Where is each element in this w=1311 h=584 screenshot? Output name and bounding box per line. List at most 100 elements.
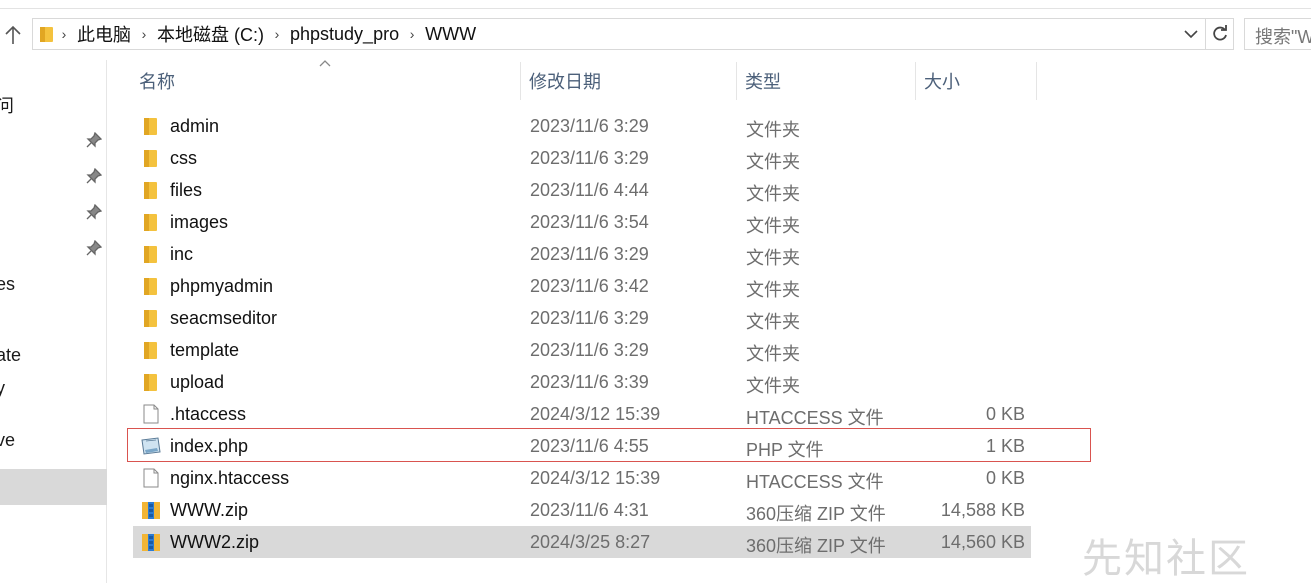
file-name: admin: [170, 116, 220, 136]
file-row[interactable]: index.php 2023/11/6 4:55 PHP 文件 1 KB: [133, 430, 1031, 462]
file-row[interactable]: WWW.zip 2023/11/6 4:31 360压缩 ZIP 文件 14,588 …: [133, 494, 1031, 526]
file-type: PHP 文件: [746, 440, 824, 460]
window-top-edge: [0, 0, 1311, 9]
file-name: css: [170, 148, 197, 168]
file-row[interactable]: css 2023/11/6 3:29 文件夹: [133, 142, 1031, 174]
file-name: WWW2.zip: [170, 532, 259, 552]
file-type: 文件夹: [746, 376, 800, 396]
breadcrumb-this-pc[interactable]: 此电脑: [73, 21, 135, 47]
file-type: HTACCESS 文件: [746, 472, 884, 492]
nav-item-label[interactable]: ve: [0, 430, 15, 451]
file-row[interactable]: .htaccess 2024/3/12 15:39 HTACCESS 文件 0 KB: [133, 398, 1031, 430]
file-row[interactable]: files 2023/11/6 4:44 文件夹: [133, 174, 1031, 206]
file-type: 文件夹: [746, 248, 800, 268]
file-name: index.php: [170, 436, 249, 456]
file-type: 360压缩 ZIP 文件: [746, 504, 886, 524]
file-name: upload: [170, 372, 225, 392]
file-type: 文件夹: [746, 216, 800, 236]
chevron-right-icon[interactable]: ›: [403, 26, 421, 42]
file-modified-date: 2023/11/6 3:29: [530, 340, 649, 360]
file-type: 文件夹: [746, 120, 800, 140]
file-type: HTACCESS 文件: [746, 408, 884, 428]
file-row[interactable]: phpmyadmin 2023/11/6 3:42 文件夹: [133, 270, 1031, 302]
file-name: inc: [170, 244, 194, 264]
folder-icon: [40, 27, 53, 42]
file-modified-date: 2024/3/12 15:39: [530, 404, 661, 424]
file-row[interactable]: template 2023/11/6 3:29 文件夹: [133, 334, 1031, 366]
file-name: files: [170, 180, 203, 200]
column-header-date[interactable]: 修改日期: [521, 60, 736, 102]
pin-icon: [86, 168, 102, 184]
chevron-right-icon[interactable]: ›: [55, 26, 73, 42]
folder-icon: [141, 308, 161, 328]
file-row[interactable]: nginx.htaccess 2024/3/12 15:39 HTACCESS 文件…: [133, 462, 1031, 494]
pin-icon: [86, 240, 102, 256]
file-size: 1 KB: [985, 436, 1025, 456]
file-name: images: [170, 212, 229, 232]
nav-item-label[interactable]: y: [0, 378, 5, 399]
file-modified-date: 2023/11/6 3:39: [530, 372, 649, 392]
php-file-icon: [141, 436, 161, 456]
file-icon: [141, 404, 161, 424]
up-button[interactable]: [0, 20, 26, 50]
file-name: template: [170, 340, 240, 360]
file-row[interactable]: WWW2.zip 2024/3/25 8:27 360压缩 ZIP 文件 14,560…: [133, 526, 1031, 558]
watermark-text: 先知社区: [1082, 537, 1250, 581]
column-header-type[interactable]: 类型: [737, 60, 915, 102]
file-type: 文件夹: [746, 280, 800, 300]
folder-icon: [141, 340, 161, 360]
file-modified-date: 2023/11/6 3:54: [530, 212, 649, 232]
file-type: 文件夹: [746, 152, 800, 172]
file-name: phpmyadmin: [170, 276, 274, 296]
search-input[interactable]: 搜索"WWW": [1244, 18, 1311, 50]
folder-icon: [141, 212, 161, 232]
zip-archive-icon: [141, 500, 161, 520]
file-name: .htaccess: [170, 404, 247, 424]
refresh-button[interactable]: [1206, 18, 1234, 50]
file-row[interactable]: admin 2023/11/6 3:29 文件夹: [133, 110, 1031, 142]
zip-archive-icon: [141, 532, 161, 552]
folder-icon: [141, 276, 161, 296]
file-row[interactable]: seacmseditor 2023/11/6 3:29 文件夹: [133, 302, 1031, 334]
file-size: 0 KB: [985, 404, 1025, 424]
file-modified-date: 2023/11/6 3:29: [530, 148, 649, 168]
folder-icon: [141, 148, 161, 168]
chevron-right-icon[interactable]: ›: [268, 26, 286, 42]
folder-icon: [141, 372, 161, 392]
file-modified-date: 2023/11/6 4:55: [530, 436, 649, 456]
folder-icon: [141, 180, 161, 200]
folder-icon: [141, 244, 161, 264]
file-size: 0 KB: [985, 468, 1025, 488]
file-row[interactable]: images 2023/11/6 3:54 文件夹: [133, 206, 1031, 238]
column-header-name[interactable]: 名称: [131, 60, 521, 102]
column-divider[interactable]: [1036, 62, 1037, 100]
file-modified-date: 2023/11/6 3:29: [530, 308, 649, 328]
breadcrumb-www[interactable]: WWW: [421, 24, 480, 45]
folder-icon: [141, 116, 161, 136]
file-type: 文件夹: [746, 184, 800, 204]
file-name: nginx.htaccess: [170, 468, 290, 488]
file-row[interactable]: inc 2023/11/6 3:29 文件夹: [133, 238, 1031, 270]
file-icon: [141, 468, 161, 488]
breadcrumb-phpstudy[interactable]: phpstudy_pro: [286, 24, 403, 45]
chevron-down-icon[interactable]: [1183, 25, 1199, 43]
nav-item-label[interactable]: ate: [0, 345, 21, 366]
file-modified-date: 2024/3/25 8:27: [530, 532, 651, 552]
breadcrumb-local-disk[interactable]: 本地磁盘 (C:): [153, 21, 268, 47]
file-modified-date: 2023/11/6 3:29: [530, 244, 649, 264]
nav-item-label[interactable]: 问: [0, 92, 14, 118]
pin-icon: [86, 132, 102, 148]
file-type: 360压缩 ZIP 文件: [746, 536, 886, 556]
file-modified-date: 2023/11/6 4:44: [530, 180, 649, 200]
address-bar[interactable]: › 此电脑 › 本地磁盘 (C:) › phpstudy_pro › WWW: [32, 18, 1206, 50]
nav-item-label[interactable]: es: [0, 274, 15, 295]
file-size: 14,560 KB: [940, 532, 1025, 552]
file-modified-date: 2023/11/6 3:29: [530, 116, 649, 136]
file-type: 文件夹: [746, 312, 800, 332]
file-row[interactable]: upload 2023/11/6 3:39 文件夹: [133, 366, 1031, 398]
refresh-icon: [1212, 25, 1227, 41]
nav-item-selected[interactable]: [0, 469, 107, 505]
column-header-size[interactable]: 大小: [916, 60, 1036, 102]
chevron-right-icon[interactable]: ›: [135, 26, 153, 42]
file-name: WWW.zip: [170, 500, 248, 520]
